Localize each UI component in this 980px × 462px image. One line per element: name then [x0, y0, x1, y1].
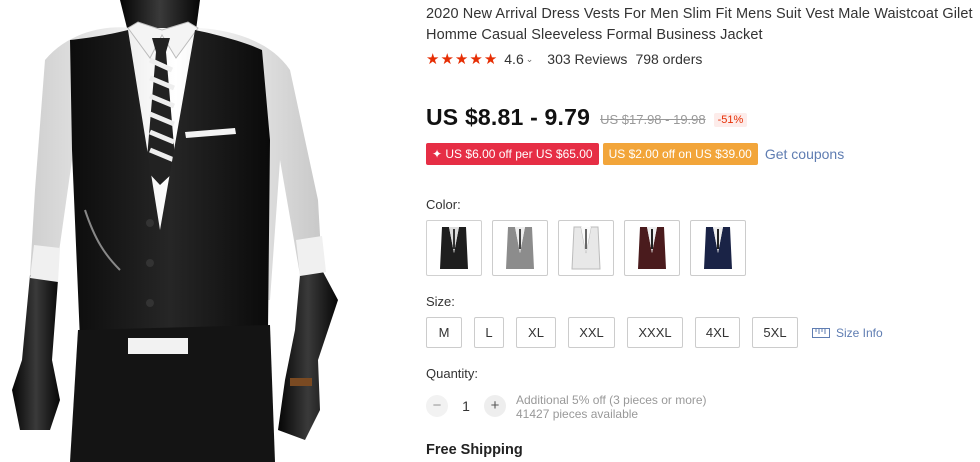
vest-thumbnail-icon — [571, 226, 601, 270]
color-swatch-black[interactable] — [426, 220, 482, 276]
star-icon: ★ — [469, 50, 483, 68]
size-option-4xl[interactable]: 4XL — [695, 317, 740, 348]
size-info-label: Size Info — [836, 325, 883, 340]
stock-available: 41427 pieces available — [516, 407, 639, 421]
size-option-xxxl[interactable]: XXXL — [627, 317, 683, 348]
star-icon: ★ — [426, 50, 440, 68]
quantity-notes: Additional 5% off (3 pieces or more) 414… — [516, 393, 707, 421]
bulk-discount-note: Additional 5% off (3 pieces or more) — [516, 393, 707, 407]
size-info-link[interactable]: Size Info — [812, 326, 883, 340]
orders-count: 798 orders — [635, 51, 703, 67]
size-label: Size: — [426, 294, 455, 309]
vest-thumbnail-icon — [638, 227, 666, 269]
color-swatch-white[interactable] — [558, 220, 614, 276]
product-main-image[interactable] — [0, 0, 408, 462]
rating-value[interactable]: 4.6 — [504, 51, 523, 67]
quantity-increase-button[interactable]: + — [484, 395, 506, 417]
product-details-panel: 2020 New Arrival Dress Vests For Men Sli… — [426, 0, 980, 462]
chevron-down-icon[interactable]: ⌄ — [526, 54, 534, 65]
color-swatches — [426, 220, 746, 276]
ruler-icon — [812, 327, 830, 338]
price-row: US $8.81 - 9.79 US $17.98 - 19.98 -51% — [426, 104, 748, 131]
select-coupon-badge[interactable]: US $2.00 off on US $39.00 — [602, 143, 758, 165]
reviews-link[interactable]: 303 Reviews — [547, 51, 627, 67]
coupon-row: ✦ US $6.00 off per US $65.00 US $2.00 of… — [426, 143, 844, 165]
color-swatch-navy[interactable] — [690, 220, 746, 276]
vest-thumbnail-icon — [704, 227, 732, 269]
vest-thumbnail-icon — [506, 227, 534, 269]
quantity-stepper: − 1 + Additional 5% off (3 pieces or mor… — [426, 393, 707, 421]
free-shipping-label: Free Shipping — [426, 442, 523, 458]
quantity-input[interactable]: 1 — [448, 393, 484, 419]
size-option-xl[interactable]: XL — [516, 317, 556, 348]
color-swatch-wine-red[interactable] — [624, 220, 680, 276]
size-option-5xl[interactable]: 5XL — [752, 317, 798, 348]
color-swatch-gray[interactable] — [492, 220, 548, 276]
rating-row: ★ ★ ★ ★ ★ 4.6 ⌄ 303 Reviews 798 orders — [426, 50, 702, 68]
vest-thumbnail-icon — [440, 227, 468, 269]
quantity-label: Quantity: — [426, 366, 479, 381]
store-coupon-badge[interactable]: ✦ US $6.00 off per US $65.00 — [426, 143, 599, 165]
color-label: Color: — [426, 197, 461, 212]
size-options: M L XL XXL XXXL 4XL 5XL Size Info — [426, 317, 883, 348]
mannequin-vest-illustration — [12, 0, 338, 462]
quantity-decrease-button[interactable]: − — [426, 395, 448, 417]
discount-badge: -51% — [713, 112, 748, 127]
rating-stars: ★ ★ ★ ★ ★ — [426, 52, 497, 67]
get-coupons-link[interactable]: Get coupons — [765, 146, 844, 162]
size-option-m[interactable]: M — [426, 317, 462, 348]
product-title: 2020 New Arrival Dress Vests For Men Sli… — [426, 6, 973, 43]
star-icon: ★ — [454, 50, 469, 68]
original-price: US $17.98 - 19.98 — [600, 112, 706, 127]
current-price: US $8.81 - 9.79 — [426, 104, 591, 130]
star-icon: ★ — [483, 50, 498, 68]
size-option-xxl[interactable]: XXL — [568, 317, 615, 348]
size-option-l[interactable]: L — [474, 317, 504, 348]
star-icon: ★ — [440, 50, 454, 68]
